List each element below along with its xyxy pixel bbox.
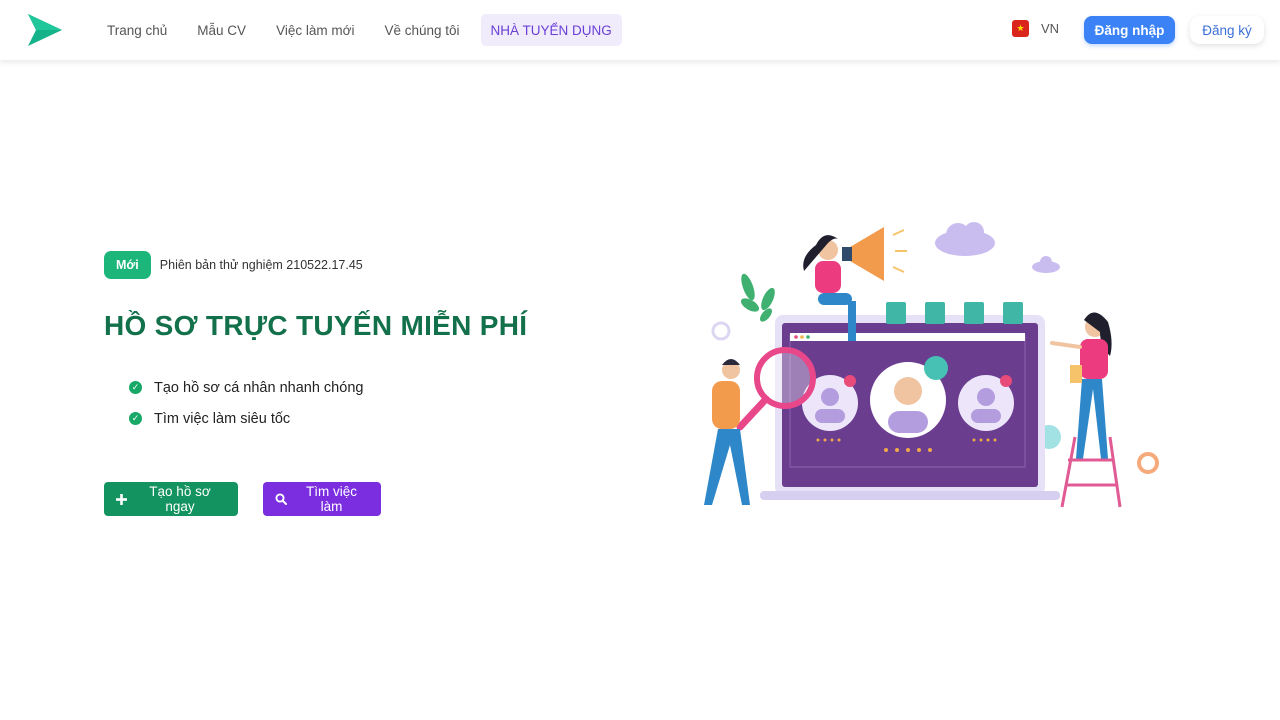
language-switcher[interactable]: ★ VN — [1012, 20, 1059, 37]
cta-row: Tạo hồ sơ ngay Tìm việc làm — [104, 482, 381, 516]
find-jobs-label: Tìm việc làm — [305, 484, 357, 514]
nav-employer[interactable]: NHÀ TUYỂN DỤNG — [480, 14, 622, 46]
vietnam-flag-icon: ★ — [1012, 20, 1029, 37]
main-nav: Trang chủ Mẫu CV Việc làm mới Về chúng t… — [92, 14, 622, 46]
check-circle-icon: ✓ — [129, 381, 142, 394]
plus-icon — [116, 493, 127, 505]
cloud-icon — [935, 222, 995, 256]
language-label: VN — [1041, 21, 1060, 36]
login-button[interactable]: Đăng nhập — [1084, 16, 1175, 44]
check-circle-icon: ✓ — [129, 412, 142, 425]
nav-home[interactable]: Trang chủ — [92, 14, 182, 46]
feature-text: Tạo hồ sơ cá nhân nhanh chóng — [154, 379, 364, 396]
feature-item: ✓ Tìm việc làm siêu tốc — [129, 403, 624, 434]
feature-text: Tìm việc làm siêu tốc — [154, 410, 291, 427]
register-button[interactable]: Đăng ký — [1190, 16, 1264, 44]
logo-icon[interactable] — [28, 14, 62, 46]
version-text: Phiên bản thử nghiệm 210522.17.45 — [159, 258, 363, 272]
new-badge: Mới — [104, 251, 151, 279]
hero-title: HỒ SƠ TRỰC TUYẾN MIỄN PHÍ — [104, 310, 528, 341]
nav-cv-templates[interactable]: Mẫu CV — [182, 14, 261, 46]
recruitment-illustration — [704, 222, 1159, 508]
nav-about-us[interactable]: Về chúng tôi — [369, 14, 474, 46]
search-icon — [275, 493, 287, 505]
cloud-icon — [1032, 256, 1060, 273]
nav-new-jobs[interactable]: Việc làm mới — [261, 14, 369, 46]
find-jobs-button[interactable]: Tìm việc làm — [263, 482, 381, 516]
version-row: Mới Phiên bản thử nghiệm 210522.17.45 — [104, 251, 624, 279]
feature-item: ✓ Tạo hồ sơ cá nhân nhanh chóng — [129, 372, 624, 403]
hero-section: Mới Phiên bản thử nghiệm 210522.17.45 HỒ… — [104, 251, 624, 434]
create-profile-label: Tạo hồ sơ ngay — [149, 484, 211, 514]
feature-list: ✓ Tạo hồ sơ cá nhân nhanh chóng ✓ Tìm vi… — [129, 372, 624, 434]
create-profile-button[interactable]: Tạo hồ sơ ngay — [104, 482, 238, 516]
top-navbar: Trang chủ Mẫu CV Việc làm mới Về chúng t… — [0, 0, 1280, 60]
